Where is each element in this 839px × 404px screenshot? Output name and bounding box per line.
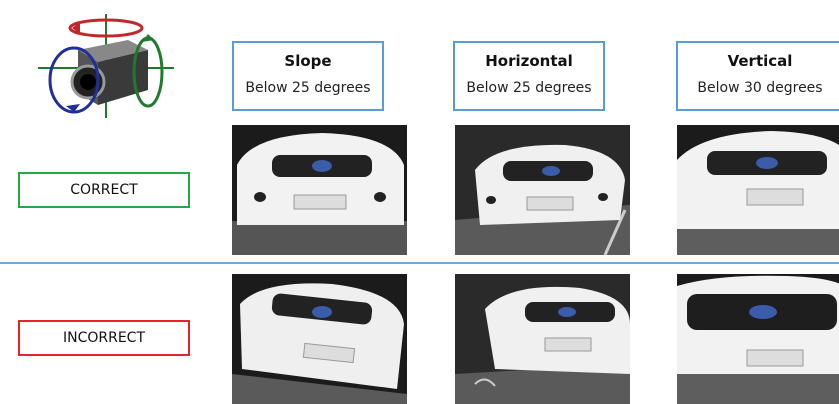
column-title: Vertical — [727, 52, 793, 70]
car-photo-incorrect-horizontal — [455, 274, 630, 404]
camera-rotation-axes-icon — [36, 10, 176, 125]
row-label-incorrect: INCORRECT — [18, 320, 190, 356]
column-header-horizontal: Horizontal Below 25 degrees — [453, 41, 605, 111]
car-photo-incorrect-slope — [232, 274, 407, 404]
column-title: Horizontal — [485, 52, 573, 70]
car-photo-correct-vertical — [677, 125, 839, 255]
column-title: Slope — [284, 52, 332, 70]
row-label-correct: CORRECT — [18, 172, 190, 208]
column-header-vertical: Vertical Below 30 degrees — [676, 41, 839, 111]
column-subtitle: Below 25 degrees — [245, 80, 371, 96]
column-subtitle: Below 25 degrees — [466, 80, 592, 96]
car-photo-incorrect-vertical — [677, 274, 839, 404]
column-header-slope: Slope Below 25 degrees — [232, 41, 384, 111]
column-subtitle: Below 30 degrees — [697, 80, 823, 96]
row-divider — [0, 262, 839, 264]
car-photo-correct-horizontal — [455, 125, 630, 255]
car-photo-correct-slope — [232, 125, 407, 255]
